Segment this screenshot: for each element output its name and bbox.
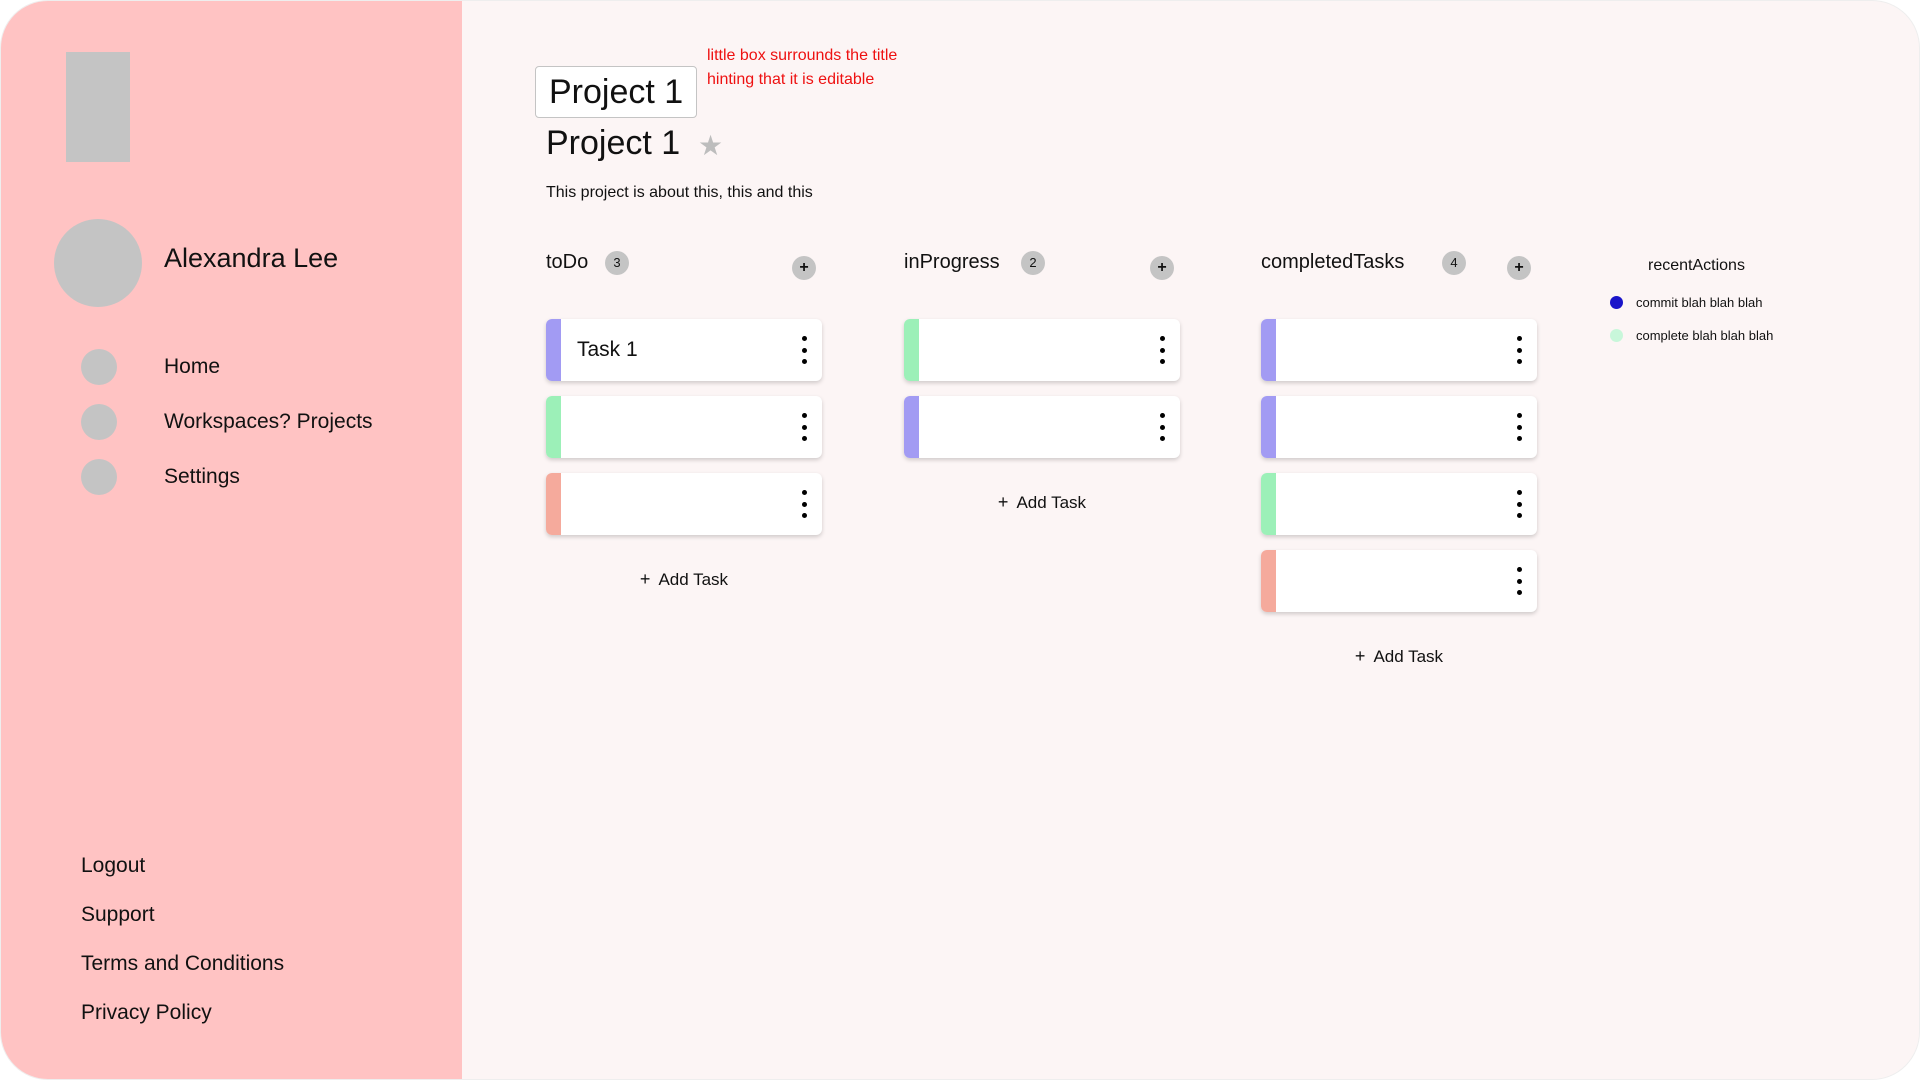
plus-icon: + <box>639 569 651 589</box>
column-todo: toDo 3 + Task 1 + Add Task <box>546 245 822 589</box>
settings-icon <box>81 459 117 495</box>
task-color-tag <box>546 473 561 535</box>
task-color-tag <box>1261 396 1276 458</box>
more-options-icon[interactable] <box>1156 413 1168 441</box>
add-task-button[interactable]: + Add Task <box>904 492 1180 513</box>
task-card[interactable] <box>546 396 822 458</box>
task-card[interactable] <box>1261 396 1537 458</box>
add-task-button[interactable]: + Add Task <box>546 569 822 590</box>
recent-actions-title: recentActions <box>1648 257 1745 274</box>
more-options-icon[interactable] <box>1513 567 1525 595</box>
logout-link[interactable]: Logout <box>81 854 145 878</box>
add-task-button[interactable]: + Add Task <box>1261 646 1537 667</box>
sidebar: Alexandra Lee Home Workspaces? Projects … <box>1 1 462 1079</box>
recent-action-item: commit blah blah blah <box>1610 295 1762 310</box>
annotation-line: hinting that it is editable <box>707 71 875 88</box>
plus-icon: + <box>1354 646 1366 666</box>
task-card[interactable] <box>1261 319 1537 381</box>
project-description: This project is about this, this and thi… <box>546 184 813 201</box>
task-color-tag <box>1261 550 1276 612</box>
task-card[interactable]: Task 1 <box>546 319 822 381</box>
design-annotation: little box surrounds the title hinting t… <box>707 44 897 92</box>
status-dot-icon <box>1610 329 1623 342</box>
add-task-icon-button[interactable]: + <box>1150 256 1174 280</box>
add-task-label: Add Task <box>658 570 729 589</box>
task-color-tag <box>1261 319 1276 381</box>
count-badge: 4 <box>1442 251 1466 275</box>
task-card[interactable] <box>546 473 822 535</box>
column-header: completedTasks 4 + <box>1261 245 1537 281</box>
avatar[interactable] <box>54 219 142 307</box>
main-content: Project 1 little box surrounds the title… <box>462 1 1919 1079</box>
recent-action-item: complete blah blah blah <box>1610 328 1773 343</box>
star-icon[interactable]: ★ <box>698 129 723 162</box>
sidebar-item-label: Workspaces? Projects <box>164 410 373 433</box>
column-inprogress: inProgress 2 + + Add Task <box>904 245 1180 512</box>
more-options-icon[interactable] <box>1513 490 1525 518</box>
user-name: Alexandra Lee <box>164 243 339 273</box>
column-title: inProgress <box>904 251 1000 273</box>
column-completed: completedTasks 4 + + Add Task <box>1261 245 1537 666</box>
terms-link[interactable]: Terms and Conditions <box>81 952 284 976</box>
more-options-icon[interactable] <box>1513 336 1525 364</box>
plus-icon: + <box>997 492 1009 512</box>
task-color-tag <box>546 319 561 381</box>
recent-action-text: commit blah blah blah <box>1636 295 1763 310</box>
status-dot-icon <box>1610 296 1623 309</box>
count-badge: 3 <box>605 251 629 275</box>
logo-placeholder <box>66 52 130 162</box>
task-color-tag <box>546 396 561 458</box>
recent-action-text: complete blah blah blah <box>1636 328 1774 343</box>
editable-title-box[interactable]: Project 1 <box>535 66 698 118</box>
more-options-icon[interactable] <box>798 413 810 441</box>
app-window: Alexandra Lee Home Workspaces? Projects … <box>0 0 1920 1080</box>
task-title: Task 1 <box>577 338 638 361</box>
task-color-tag <box>904 319 919 381</box>
recent-actions-panel: recentActions commit blah blah blah comp… <box>1610 257 1773 343</box>
column-title: completedTasks <box>1261 251 1405 273</box>
task-card[interactable] <box>904 396 1180 458</box>
task-card[interactable] <box>1261 550 1537 612</box>
task-card[interactable] <box>904 319 1180 381</box>
add-task-icon-button[interactable]: + <box>1507 256 1531 280</box>
sidebar-item-label: Settings <box>164 465 240 488</box>
add-task-label: Add Task <box>1373 647 1444 666</box>
column-header: toDo 3 + <box>546 245 822 281</box>
sidebar-item-projects[interactable]: Workspaces? Projects <box>81 404 421 440</box>
sidebar-item-settings[interactable]: Settings <box>81 459 421 495</box>
column-title: toDo <box>546 251 589 273</box>
sidebar-item-label: Home <box>164 355 221 378</box>
support-link[interactable]: Support <box>81 903 155 927</box>
sidebar-item-home[interactable]: Home <box>81 349 421 385</box>
task-card[interactable] <box>1261 473 1537 535</box>
column-header: inProgress 2 + <box>904 245 1180 281</box>
more-options-icon[interactable] <box>1156 336 1168 364</box>
projects-icon <box>81 404 117 440</box>
add-task-icon-button[interactable]: + <box>792 256 816 280</box>
more-options-icon[interactable] <box>798 336 810 364</box>
task-color-tag <box>904 396 919 458</box>
more-options-icon[interactable] <box>1513 413 1525 441</box>
more-options-icon[interactable] <box>798 490 810 518</box>
task-color-tag <box>1261 473 1276 535</box>
annotation-line: little box surrounds the title <box>707 47 898 64</box>
page-title: Project 1 <box>546 124 681 162</box>
add-task-label: Add Task <box>1016 493 1087 512</box>
count-badge: 2 <box>1021 251 1045 275</box>
home-icon <box>81 349 117 385</box>
privacy-link[interactable]: Privacy Policy <box>81 1001 212 1025</box>
